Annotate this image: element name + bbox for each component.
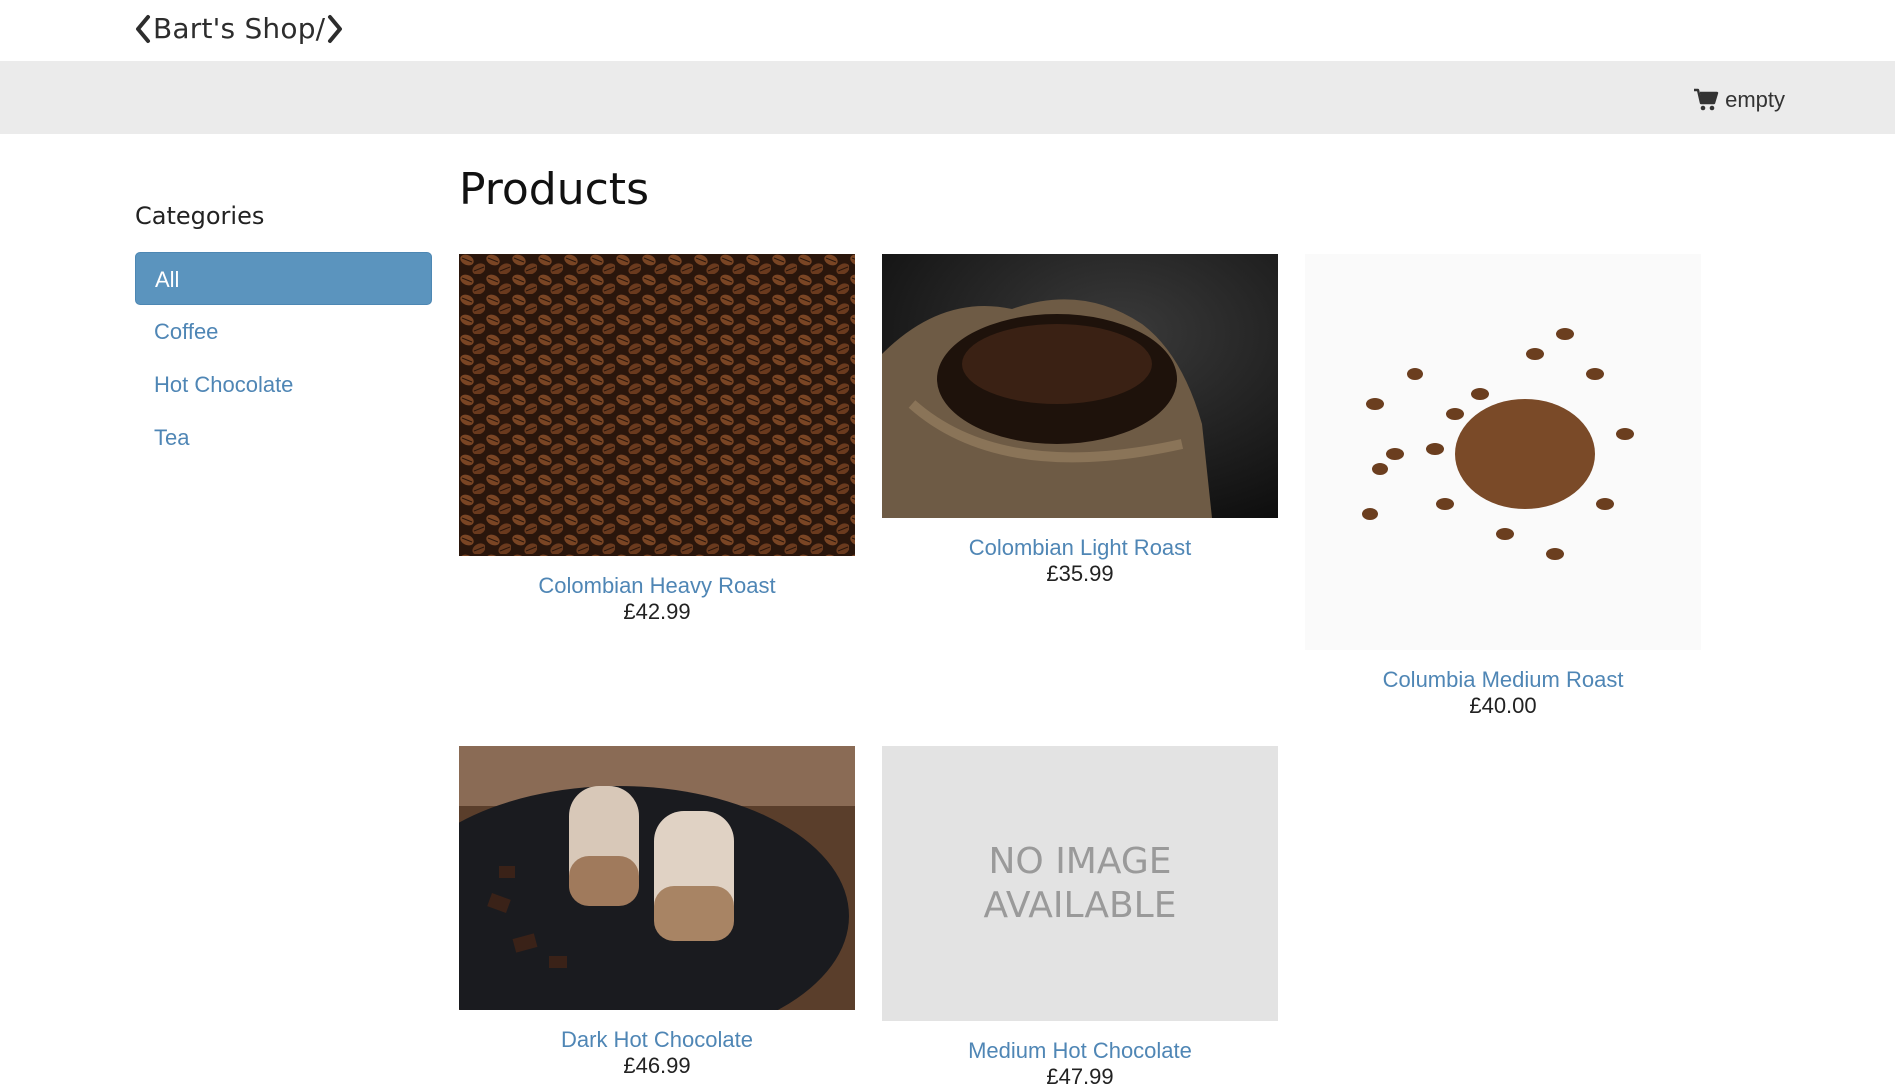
product-name-link[interactable]: Medium Hot Chocolate — [882, 1038, 1278, 1064]
categories-sidebar: Categories All Coffee Hot Chocolate Tea — [135, 202, 432, 464]
category-item-tea[interactable]: Tea — [135, 411, 432, 464]
top-navbar: Bart's Shop/ — [0, 0, 1895, 61]
category-item-hot-chocolate[interactable]: Hot Chocolate — [135, 358, 432, 411]
product-name-link[interactable]: Colombian Heavy Roast — [459, 573, 855, 599]
product-name-link[interactable]: Colombian Light Roast — [882, 535, 1278, 561]
shopping-cart-icon — [1694, 88, 1719, 111]
product-name-link[interactable]: Dark Hot Chocolate — [459, 1027, 855, 1053]
category-item-coffee[interactable]: Coffee — [135, 305, 432, 358]
product-price: £35.99 — [1046, 561, 1114, 586]
main-area: Categories All Coffee Hot Chocolate Tea … — [0, 134, 1895, 1092]
categories-title: Categories — [135, 202, 265, 230]
cart-status: empty — [1725, 87, 1785, 112]
product-price: £46.99 — [623, 1053, 691, 1078]
product-card: Colombian Light Roast £35.99 — [882, 254, 1278, 587]
page-title: Products — [459, 164, 649, 215]
placeholder-line-1: NO IMAGE — [988, 840, 1172, 882]
product-price: £42.99 — [623, 599, 691, 624]
brand-name: Bart's Shop/ — [153, 12, 326, 45]
products-content: Products — [459, 164, 649, 215]
product-card: Columbia Medium Roast £40.00 — [1305, 254, 1701, 719]
product-card: NO IMAGE AVAILABLE Medium Hot Chocolate … — [882, 746, 1278, 1090]
product-card: Dark Hot Chocolate £46.99 — [459, 746, 855, 1079]
no-image-placeholder[interactable]: NO IMAGE AVAILABLE — [882, 746, 1278, 1021]
scattered-beans-image[interactable] — [1305, 254, 1701, 650]
hot-chocolate-image[interactable] — [459, 746, 855, 1010]
category-item-all[interactable]: All — [135, 252, 432, 305]
chevron-right-icon — [328, 14, 343, 43]
cart-button[interactable]: empty — [1693, 87, 1785, 113]
coffee-sack-image[interactable] — [882, 254, 1278, 518]
placeholder-line-2: AVAILABLE — [983, 884, 1177, 926]
chevron-left-icon — [136, 14, 150, 43]
product-price: £47.99 — [1046, 1064, 1114, 1089]
product-price: £40.00 — [1469, 693, 1537, 718]
brand-logo[interactable]: Bart's Shop/ — [135, 12, 343, 45]
cart-bar: empty — [0, 61, 1895, 134]
product-name-link[interactable]: Columbia Medium Roast — [1305, 667, 1701, 693]
product-card: Colombian Heavy Roast £42.99 — [459, 254, 855, 625]
coffee-beans-image[interactable] — [459, 254, 855, 556]
